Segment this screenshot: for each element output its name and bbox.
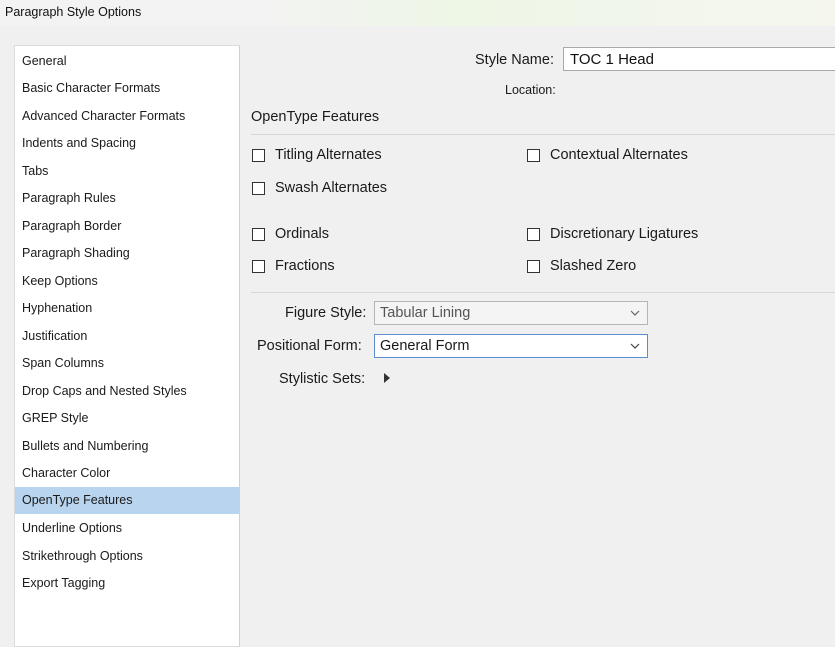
sidebar-item-opentype-features[interactable]: OpenType Features	[15, 487, 239, 514]
sidebar-item-general[interactable]: General	[15, 48, 239, 75]
swash-alternates-checkbox[interactable]	[252, 181, 265, 195]
positional-form-label: Positional Form:	[257, 338, 362, 354]
contextual-alternates-option[interactable]: Contextual Alternates	[527, 146, 688, 164]
swash-alternates-label: Swash Alternates	[275, 180, 388, 196]
slashed-zero-checkbox[interactable]	[527, 259, 540, 273]
sidebar-item-character-color[interactable]: Character Color	[15, 460, 239, 487]
discretionary-ligatures-option[interactable]: Discretionary Ligatures	[527, 225, 698, 243]
sidebar-item-basic-character-formats[interactable]: Basic Character Formats	[15, 75, 239, 102]
positional-form-value: General Form	[380, 338, 470, 354]
sidebar-item-hyphenation[interactable]: Hyphenation	[15, 295, 239, 322]
sidebar-item-advanced-character-formats[interactable]: Advanced Character Formats	[15, 103, 239, 130]
sidebar-item-underline-options[interactable]: Underline Options	[15, 515, 239, 542]
expand-triangle-icon[interactable]	[384, 373, 390, 383]
location-label: Location:	[505, 83, 556, 97]
ordinals-label: Ordinals	[275, 226, 329, 242]
chevron-down-icon	[630, 310, 640, 316]
ordinals-checkbox[interactable]	[252, 227, 265, 241]
sidebar-item-span-columns[interactable]: Span Columns	[15, 350, 239, 377]
sidebar-item-drop-caps-nested-styles[interactable]: Drop Caps and Nested Styles	[15, 378, 239, 405]
fractions-label: Fractions	[275, 258, 335, 274]
discretionary-ligatures-checkbox[interactable]	[527, 227, 540, 241]
fractions-checkbox[interactable]	[252, 259, 265, 273]
ordinals-option[interactable]: Ordinals	[252, 225, 329, 243]
sidebar-item-keep-options[interactable]: Keep Options	[15, 268, 239, 295]
sidebar-item-tabs[interactable]: Tabs	[15, 158, 239, 185]
sidebar-item-export-tagging[interactable]: Export Tagging	[15, 570, 239, 597]
sidebar-item-strikethrough-options[interactable]: Strikethrough Options	[15, 543, 239, 570]
chevron-down-icon	[630, 343, 640, 349]
category-list: General Basic Character Formats Advanced…	[14, 45, 240, 647]
slashed-zero-option[interactable]: Slashed Zero	[527, 257, 636, 275]
figure-style-value: Tabular Lining	[380, 305, 471, 321]
fractions-option[interactable]: Fractions	[252, 257, 335, 275]
titling-alternates-option[interactable]: Titling Alternates	[252, 146, 382, 164]
options-divider	[251, 292, 835, 293]
sidebar-item-indents-and-spacing[interactable]: Indents and Spacing	[15, 130, 239, 157]
slashed-zero-label: Slashed Zero	[550, 258, 637, 274]
sidebar-item-paragraph-shading[interactable]: Paragraph Shading	[15, 240, 239, 267]
discretionary-ligatures-label: Discretionary Ligatures	[550, 226, 699, 242]
titling-alternates-label: Titling Alternates	[275, 147, 382, 163]
window-title: Paragraph Style Options	[5, 5, 142, 19]
sidebar-item-justification[interactable]: Justification	[15, 323, 239, 350]
section-divider	[251, 134, 835, 135]
figure-style-label: Figure Style:	[285, 305, 367, 321]
sidebar-item-paragraph-rules[interactable]: Paragraph Rules	[15, 185, 239, 212]
title-bar: Paragraph Style Options	[0, 0, 835, 26]
style-name-input[interactable]	[563, 47, 835, 71]
stylistic-sets-label: Stylistic Sets:	[279, 371, 366, 387]
figure-style-select[interactable]: Tabular Lining	[374, 301, 648, 325]
swash-alternates-option[interactable]: Swash Alternates	[252, 179, 387, 197]
titling-alternates-checkbox[interactable]	[252, 148, 265, 162]
contextual-alternates-checkbox[interactable]	[527, 148, 540, 162]
sidebar-item-grep-style[interactable]: GREP Style	[15, 405, 239, 432]
sidebar-item-bullets-and-numbering[interactable]: Bullets and Numbering	[15, 433, 239, 460]
section-title: OpenType Features	[251, 109, 380, 125]
style-name-label: Style Name:	[475, 52, 554, 68]
sidebar-item-paragraph-border[interactable]: Paragraph Border	[15, 213, 239, 240]
contextual-alternates-label: Contextual Alternates	[550, 147, 688, 163]
positional-form-select[interactable]: General Form	[374, 334, 648, 358]
